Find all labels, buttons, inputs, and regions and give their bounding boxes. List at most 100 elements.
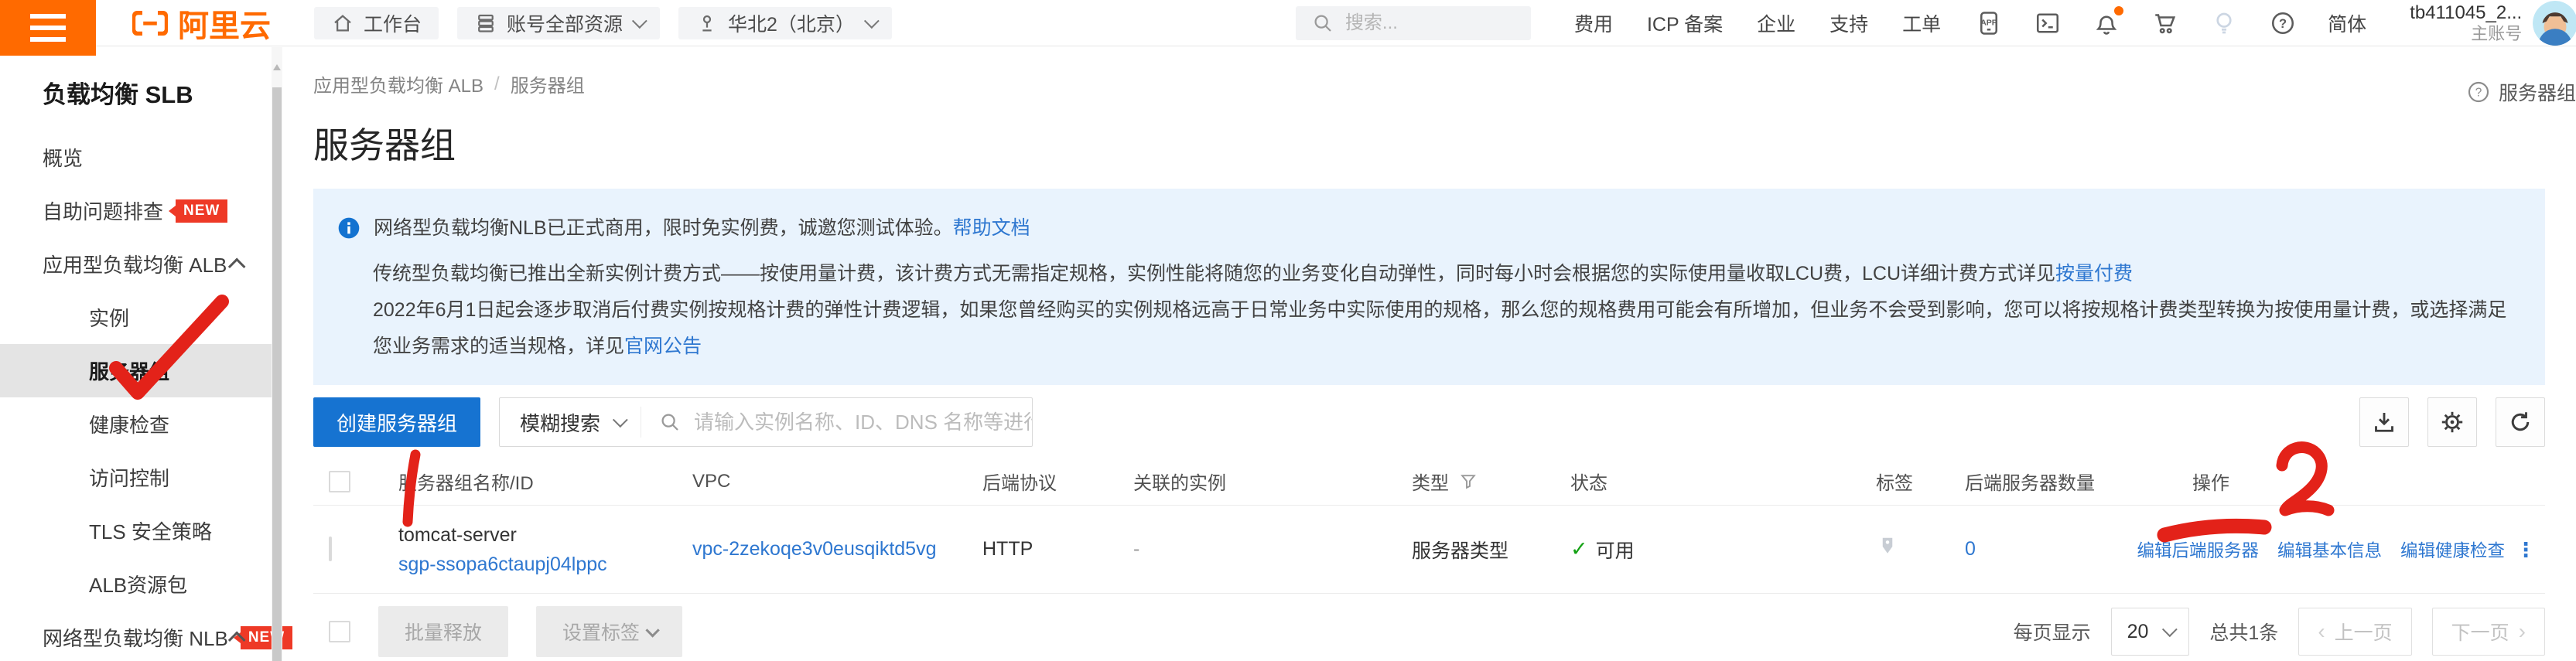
- col-header-name-id: 服务器组名称/ID: [398, 468, 692, 495]
- col-header-vpc: VPC: [692, 471, 982, 492]
- scrollbar-up-arrow[interactable]: [273, 64, 281, 70]
- nav-link-tickets[interactable]: 工单: [1902, 9, 1941, 37]
- app-icon[interactable]: APP: [1975, 9, 2003, 37]
- download-icon: [2370, 408, 2398, 436]
- aliyun-logo[interactable]: 阿里云: [130, 1, 271, 46]
- global-search[interactable]: [1296, 6, 1531, 40]
- account-name: tb411045_2...: [2410, 2, 2522, 24]
- server-group-id-link[interactable]: sgp-ssopa6ctaupj04lppc: [398, 550, 692, 579]
- sidebar: 负载均衡 SLB 概览 自助问题排查 NEW 应用型负载均衡 ALB 实例 服务…: [0, 47, 282, 661]
- edit-backend-servers-link[interactable]: 编辑后端服务器: [2137, 537, 2259, 562]
- account-menu[interactable]: tb411045_2... 主账号: [2410, 1, 2576, 46]
- set-tag-button[interactable]: 设置标签: [536, 606, 682, 657]
- sidebar-group-alb[interactable]: 应用型负载均衡 ALB: [0, 237, 282, 291]
- batch-release-button[interactable]: 批量释放: [378, 606, 508, 657]
- search-icon: [1311, 12, 1334, 35]
- toolbar-icons: [2359, 397, 2545, 447]
- tag-cell[interactable]: [1876, 535, 1965, 564]
- banner-pay-as-you-go-link[interactable]: 按量付费: [2055, 263, 2133, 285]
- backend-protocol: HTTP: [982, 538, 1133, 560]
- page-help-link[interactable]: ? 服务器组: [2466, 78, 2576, 106]
- page: 阿里云 工作台 账号全部资源 华北2（北京）: [0, 0, 2576, 661]
- sidebar-item-alb-resource-pack[interactable]: ALB资源包: [0, 557, 282, 611]
- gear-icon: [2438, 408, 2466, 436]
- create-server-group-button[interactable]: 创建服务器组: [313, 397, 480, 447]
- notifications-bell-icon[interactable]: [2093, 9, 2120, 37]
- language-selector[interactable]: 简体: [2328, 9, 2366, 37]
- top-navbar: 阿里云 工作台 账号全部资源 华北2（北京）: [0, 0, 2576, 46]
- backend-count-link[interactable]: 0: [1965, 538, 1976, 560]
- sidebar-item-self-diagnosis[interactable]: 自助问题排查 NEW: [0, 184, 282, 237]
- more-actions-icon[interactable]: ⋮: [2516, 546, 2536, 554]
- region-selector[interactable]: 华北2（北京）: [678, 7, 892, 39]
- nav-link-enterprise[interactable]: 企业: [1757, 9, 1795, 37]
- edit-health-check-link[interactable]: 编辑健康检查: [2400, 537, 2505, 562]
- cart-icon[interactable]: [2151, 9, 2179, 37]
- prev-arrow-icon: ‹: [2318, 619, 2325, 644]
- svg-text:?: ?: [2279, 17, 2287, 31]
- nav-link-support[interactable]: 支持: [1830, 9, 1868, 37]
- next-page-button[interactable]: 下一页 ›: [2432, 608, 2545, 656]
- total-count: 总共1条: [2209, 618, 2278, 646]
- notification-dot: [2114, 6, 2123, 15]
- chevron-down-icon: [645, 623, 659, 637]
- banner-line1-text: 网络型负载均衡NLB已正式商用，限时免实例费，诚邀您测试体验。: [374, 217, 953, 239]
- sidebar-group-nlb[interactable]: 网络型负载均衡 NLB NEW: [0, 611, 282, 661]
- new-badge: NEW: [241, 626, 292, 649]
- associated-instance: -: [1133, 538, 1412, 560]
- account-resources-button[interactable]: 账号全部资源: [457, 7, 660, 39]
- account-resources-label: 账号全部资源: [507, 9, 623, 37]
- region-label: 华北2（北京）: [728, 9, 855, 37]
- vpc-link[interactable]: vpc-2zekoqe3v0eusqiktd5vg: [692, 538, 936, 560]
- export-button[interactable]: [2359, 397, 2409, 447]
- chevron-down-icon: [632, 13, 647, 29]
- select-all-checkbox[interactable]: [329, 471, 350, 492]
- help-icon[interactable]: ?: [2269, 9, 2297, 37]
- avatar[interactable]: [2533, 1, 2576, 46]
- global-search-input[interactable]: [1345, 12, 1515, 34]
- sidebar-scrollbar[interactable]: [272, 47, 282, 661]
- settings-button[interactable]: [2427, 397, 2477, 447]
- sidebar-item-access-control[interactable]: 访问控制: [0, 451, 282, 504]
- aliyun-logo-text: 阿里云: [178, 1, 271, 46]
- sidebar-item-instances[interactable]: 实例: [0, 291, 282, 344]
- sidebar-item-health-check[interactable]: 健康检查: [0, 397, 282, 451]
- nav-link-billing[interactable]: 费用: [1574, 9, 1613, 37]
- table-row: tomcat-server sgp-ssopa6ctaupj04lppc vpc…: [313, 506, 2545, 594]
- breadcrumb-current: 服务器组: [511, 70, 585, 97]
- search-mode-dropdown[interactable]: 模糊搜索: [500, 407, 641, 438]
- resources-icon: [474, 12, 497, 35]
- sidebar-item-overview[interactable]: 概览: [0, 131, 282, 184]
- banner-announcement-link[interactable]: 官网公告: [624, 336, 702, 357]
- lightbulb-icon[interactable]: [2210, 9, 2238, 37]
- scrollbar-thumb[interactable]: [272, 87, 282, 661]
- hamburger-menu-button[interactable]: [0, 0, 96, 56]
- status-badge: ✓ 可用: [1570, 536, 1876, 564]
- page-size-select[interactable]: 20: [2111, 608, 2190, 656]
- banner-help-doc-link[interactable]: 帮助文档: [953, 217, 1030, 239]
- per-page-label: 每页显示: [2014, 618, 2091, 646]
- breadcrumb-parent[interactable]: 应用型负载均衡 ALB: [313, 70, 483, 97]
- prev-page-button[interactable]: ‹ 上一页: [2298, 608, 2411, 656]
- sidebar-item-server-groups[interactable]: 服务器组: [0, 344, 282, 397]
- breadcrumb-separator: /: [494, 73, 500, 95]
- table-search-input[interactable]: [694, 411, 1032, 434]
- sidebar-item-tls-policy[interactable]: TLS 安全策略: [0, 504, 282, 557]
- nav-link-icp[interactable]: ICP 备案: [1647, 9, 1723, 37]
- location-pin-icon: [695, 12, 719, 35]
- terminal-icon[interactable]: [2034, 9, 2062, 37]
- col-header-status: 状态: [1570, 468, 1876, 495]
- col-header-backend-count: 后端服务器数量: [1965, 468, 2189, 495]
- next-arrow-icon: ›: [2519, 619, 2526, 644]
- help-circle-icon: ?: [2466, 80, 2491, 104]
- workbench-button[interactable]: 工作台: [314, 7, 439, 39]
- tag-icon[interactable]: [1876, 535, 1899, 558]
- refresh-button[interactable]: [2496, 397, 2545, 447]
- info-icon: [337, 216, 361, 240]
- footer-checkbox[interactable]: [329, 621, 350, 642]
- row-checkbox[interactable]: [329, 537, 332, 561]
- col-header-instance: 关联的实例: [1133, 468, 1412, 495]
- banner-line2-text: 传统型负载均衡已推出全新实例计费方式——按使用量计费，该计费方式无需指定规格，实…: [373, 263, 2055, 285]
- filter-icon[interactable]: [1458, 472, 1478, 492]
- edit-basic-info-link[interactable]: 编辑基本信息: [2277, 537, 2382, 562]
